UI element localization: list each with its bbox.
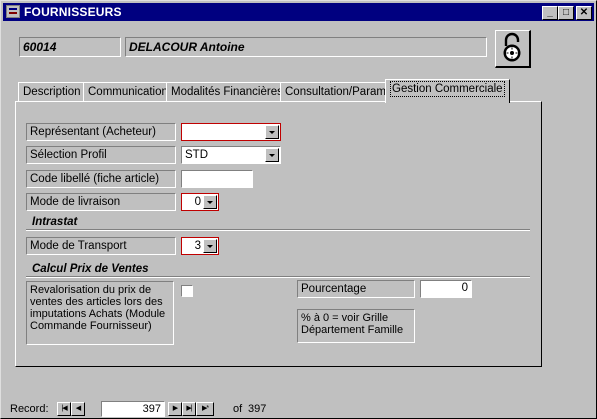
profil-label: Sélection Profil [26, 146, 176, 164]
minimize-button[interactable]: _ [542, 6, 558, 20]
pourcentage-label: Pourcentage [297, 280, 415, 298]
supplier-name-field[interactable]: DELACOUR Antoine [125, 37, 487, 57]
supplier-code-field[interactable]: 60014 [19, 37, 121, 57]
lock-button[interactable] [495, 30, 531, 68]
tab-consultation-param[interactable]: Consultation/Param [280, 82, 391, 102]
mode-livraison-label: Mode de livraison [26, 193, 176, 211]
code-libelle-label: Code libellé (fiche article) [26, 170, 176, 188]
intrastat-heading: Intrastat [32, 216, 78, 228]
title-bar[interactable]: FOURNISSEURS _ □ ✕ [3, 3, 594, 21]
record-label: Record: [10, 403, 49, 415]
representant-label: Représentant (Acheteur) [26, 123, 176, 141]
maximize-button[interactable]: □ [558, 6, 574, 20]
record-total: 397 [248, 403, 267, 415]
window: FOURNISSEURS _ □ ✕ 60014 DELACOUR Antoin… [0, 0, 597, 419]
tab-communication[interactable]: Communication [83, 82, 173, 102]
previous-record-button[interactable]: ◀ [71, 402, 85, 416]
chevron-down-icon[interactable] [203, 239, 217, 253]
revalorisation-label: Revalorisation du prix de ventes des art… [26, 281, 174, 345]
tab-gestion-commerciale[interactable]: Gestion Commerciale [385, 79, 510, 103]
revalorisation-checkbox[interactable] [181, 285, 193, 297]
representant-combo[interactable] [181, 123, 281, 141]
mode-transport-label: Mode de Transport [26, 237, 176, 255]
last-record-button[interactable]: ▶| [182, 402, 196, 416]
chevron-down-icon[interactable] [265, 125, 279, 139]
window-title: FOURNISSEURS [24, 5, 122, 19]
new-record-button[interactable]: ▶* [196, 402, 214, 416]
chevron-down-icon[interactable] [203, 195, 217, 209]
mode-transport-combo[interactable]: 3 [181, 237, 219, 255]
close-button[interactable]: ✕ [576, 6, 592, 20]
profil-combo[interactable]: STD [181, 146, 281, 164]
code-libelle-field[interactable] [181, 170, 253, 188]
tab-modalites-financieres[interactable]: Modalités Financières [166, 82, 288, 102]
divider [26, 229, 530, 231]
record-number-input[interactable]: 397 [101, 401, 165, 417]
mode-livraison-combo[interactable]: 0 [181, 193, 219, 211]
chevron-down-icon[interactable] [265, 148, 279, 162]
first-record-button[interactable]: |◀ [57, 402, 71, 416]
padlock-icon [503, 32, 521, 62]
of-label: of [233, 403, 243, 415]
tab-description[interactable]: Description [18, 82, 86, 102]
next-record-button[interactable]: ▶ [168, 402, 182, 416]
pourcentage-note: % à 0 = voir Grille Département Famille [297, 309, 415, 343]
form-icon [6, 5, 20, 18]
pourcentage-field[interactable]: 0 [420, 280, 472, 298]
record-navigator: Record: |◀ ◀ 397 ▶ ▶| ▶* of 397 [1, 399, 597, 419]
calcul-prix-heading: Calcul Prix de Ventes [32, 263, 149, 275]
divider [26, 276, 530, 278]
